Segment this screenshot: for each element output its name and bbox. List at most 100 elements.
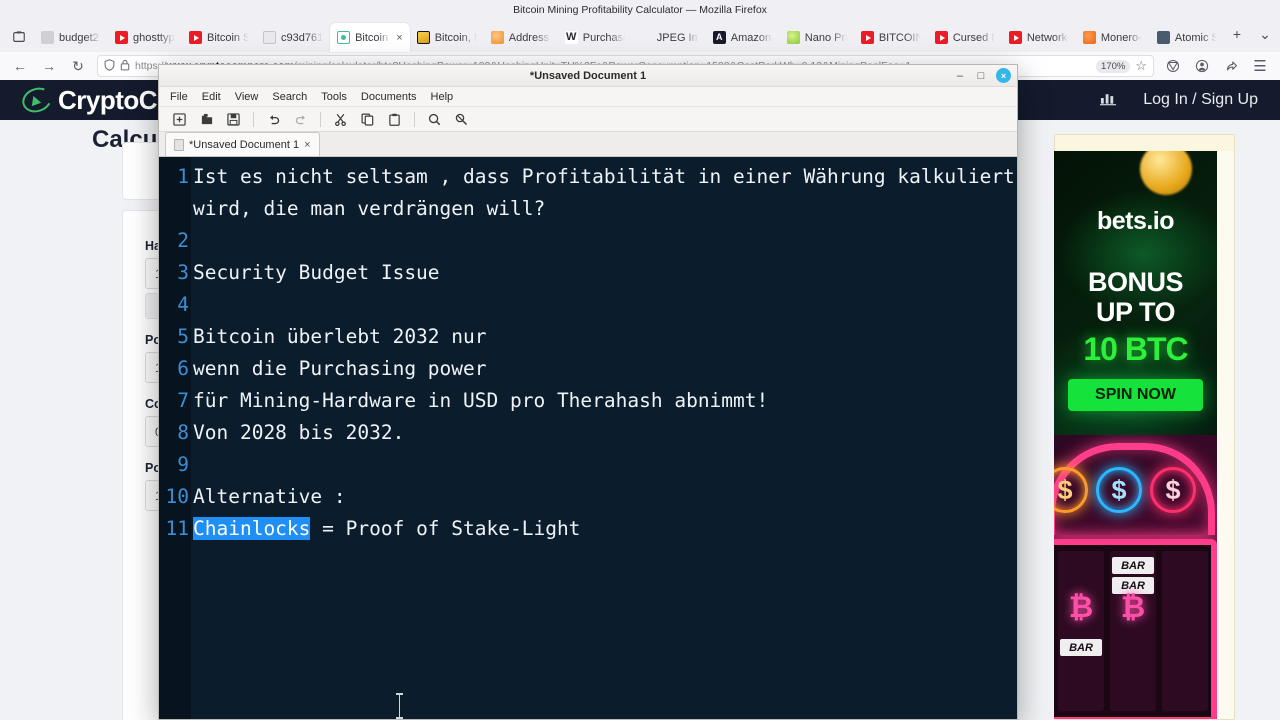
tracking-protection-icon[interactable] [1159, 54, 1187, 78]
undo-icon[interactable] [261, 109, 286, 130]
cryptocompare-logo-icon [18, 83, 56, 117]
paste-icon[interactable] [382, 109, 407, 130]
browser-tab[interactable]: budget2.png ( [34, 23, 108, 52]
editor-line[interactable] [191, 289, 1017, 321]
editor-menu-help[interactable]: Help [431, 91, 454, 103]
editor-menu-tools[interactable]: Tools [321, 91, 347, 103]
maximize-button[interactable]: □ [975, 70, 987, 82]
replace-icon[interactable] [449, 109, 474, 130]
editor-menu-view[interactable]: View [235, 91, 259, 103]
browser-tab[interactable]: NetworkCh [1002, 23, 1076, 52]
editor-line[interactable]: wenn die Purchasing power [191, 353, 1017, 385]
app-menu-button[interactable]: ☰ [1246, 54, 1274, 78]
save-document-icon[interactable] [221, 109, 246, 130]
editor-line[interactable]: Ist es nicht seltsam , dass Profitabilit… [191, 161, 1017, 225]
slot-reel-2: BAR BAR ₿ [1110, 551, 1156, 711]
tab-favicon-icon [1082, 31, 1096, 44]
tab-close-icon[interactable]: × [396, 32, 402, 44]
editor-line[interactable]: Alternative : [191, 481, 1017, 513]
slot-btc-symbol-1: ₿ [1068, 591, 1094, 624]
tab-favicon-icon [416, 31, 430, 44]
ad-image[interactable]: bets.io BONUS UP TO 10 BTC SPIN NOW $ $ … [1054, 151, 1217, 719]
editor-menu-edit[interactable]: Edit [202, 91, 221, 103]
browser-tab[interactable]: A Amazon [706, 23, 780, 52]
cut-icon[interactable] [328, 109, 353, 130]
editor-line[interactable]: Security Budget Issue [191, 257, 1017, 289]
editor-line[interactable] [191, 449, 1017, 481]
account-icon[interactable] [1188, 54, 1216, 78]
find-icon[interactable] [422, 109, 447, 130]
browser-tab[interactable]: Atomic Swa [1150, 23, 1224, 52]
editor-menu-search[interactable]: Search [272, 91, 307, 103]
editor-menu-file[interactable]: File [170, 91, 188, 103]
tab-favicon-icon [860, 31, 874, 44]
browser-tab[interactable]: Address | B [484, 23, 558, 52]
editor-line[interactable]: Von 2028 bis 2032. [191, 417, 1017, 449]
browser-tab[interactable]: c93d761712b [256, 23, 330, 52]
browser-tab[interactable]: Nano Price [780, 23, 854, 52]
new-tab-button[interactable]: + [1224, 21, 1250, 47]
browser-tab[interactable]: JPEG Image, 8 [632, 23, 706, 52]
editor-menu-bar: File Edit View Search Tools Documents Help [159, 87, 1017, 107]
editor-tab-close-icon[interactable]: × [304, 139, 310, 151]
tab-favicon-icon [1008, 31, 1022, 44]
copy-icon[interactable] [355, 109, 380, 130]
tab-favicon-icon: A [712, 31, 726, 44]
slot-machine-graphic: $ $ $ ₿ BAR BAR BAR ₿ [1054, 435, 1217, 719]
editor-document-tab[interactable]: *Unsaved Document 1 × [165, 132, 320, 156]
editor-line[interactable] [191, 225, 1017, 257]
login-signup-link[interactable]: Log In / Sign Up [1143, 91, 1258, 109]
browser-tab[interactable]: Cursed Min [928, 23, 1002, 52]
close-button[interactable]: × [996, 68, 1011, 83]
share-icon[interactable] [1217, 54, 1245, 78]
browser-tab[interactable]: Bitcoin M × [330, 23, 410, 52]
open-document-icon[interactable] [194, 109, 219, 130]
reload-button[interactable]: ↻ [64, 54, 92, 78]
tab-favicon-icon [786, 31, 800, 44]
ad-rail: bets.io BONUS UP TO 10 BTC SPIN NOW $ $ … [1054, 134, 1280, 720]
tab-label: JPEG Image, 8 [656, 31, 699, 44]
advertisement-banner[interactable]: bets.io BONUS UP TO 10 BTC SPIN NOW $ $ … [1054, 134, 1235, 720]
tab-favicon-icon [263, 31, 277, 44]
zoom-level-indicator[interactable]: 170% [1096, 59, 1131, 73]
redo-icon[interactable] [288, 109, 313, 130]
browser-tab[interactable]: Bitcoin Sec [182, 23, 256, 52]
tab-favicon-icon: W [564, 31, 578, 44]
back-button[interactable]: ← [6, 54, 34, 78]
tab-strip: budget2.png ( ghosttype Bitcoin Sec c93d761… [0, 19, 1280, 52]
editor-line[interactable]: für Mining-Hardware in USD pro Therahash… [191, 385, 1017, 417]
browser-tab[interactable]: Monero-Bl [1076, 23, 1150, 52]
line-number: 6 [177, 357, 189, 380]
permissions-icon[interactable] [120, 59, 130, 74]
list-all-tabs-icon[interactable] [4, 22, 34, 52]
editor-menu-documents[interactable]: Documents [361, 91, 417, 103]
browser-tab[interactable]: BITCOIN-W [854, 23, 928, 52]
editor-line[interactable]: Chainlocks = Proof of Stake-Light [191, 513, 1017, 545]
selected-text[interactable]: Chainlocks [193, 517, 311, 540]
minimize-button[interactable]: – [954, 70, 966, 82]
ad-cta-button[interactable]: SPIN NOW [1068, 379, 1203, 411]
line-number: 7 [177, 389, 189, 412]
tab-favicon-icon [1156, 31, 1170, 44]
browser-tab[interactable]: ghosttype [108, 23, 182, 52]
tab-list-chevron-icon[interactable]: ⌄ [1252, 21, 1278, 47]
editor-title-bar[interactable]: *Unsaved Document 1 – □ × [159, 65, 1017, 87]
chart-icon[interactable] [1100, 90, 1117, 111]
forward-button[interactable]: → [35, 54, 63, 78]
editor-window-controls: – □ × [954, 68, 1011, 83]
tab-label: Bitcoin Sec [207, 31, 250, 44]
slot-coin-3: $ [1150, 467, 1196, 513]
editor-code-content[interactable]: Ist es nicht seltsam , dass Profitabilit… [191, 157, 1017, 719]
new-document-icon[interactable] [167, 109, 192, 130]
bookmark-star-icon[interactable]: ☆ [1135, 58, 1147, 74]
editor-line[interactable]: Bitcoin überlebt 2032 nur [191, 321, 1017, 353]
shield-icon[interactable] [104, 58, 115, 74]
browser-tab[interactable]: W Purchasing [558, 23, 632, 52]
tab-label: budget2.png ( [59, 31, 102, 44]
editor-text-area[interactable]: 1 2 3 4 5 6 7 8 9 10 11 Ist es nicht seltsam , da… [159, 157, 1017, 719]
ad-header-strip [1055, 135, 1234, 151]
line-number: 2 [177, 229, 189, 252]
browser-tab[interactable]: Bitcoin, Mo [410, 23, 484, 52]
tab-label: Address | B [508, 31, 551, 44]
line-number: 3 [177, 261, 189, 284]
